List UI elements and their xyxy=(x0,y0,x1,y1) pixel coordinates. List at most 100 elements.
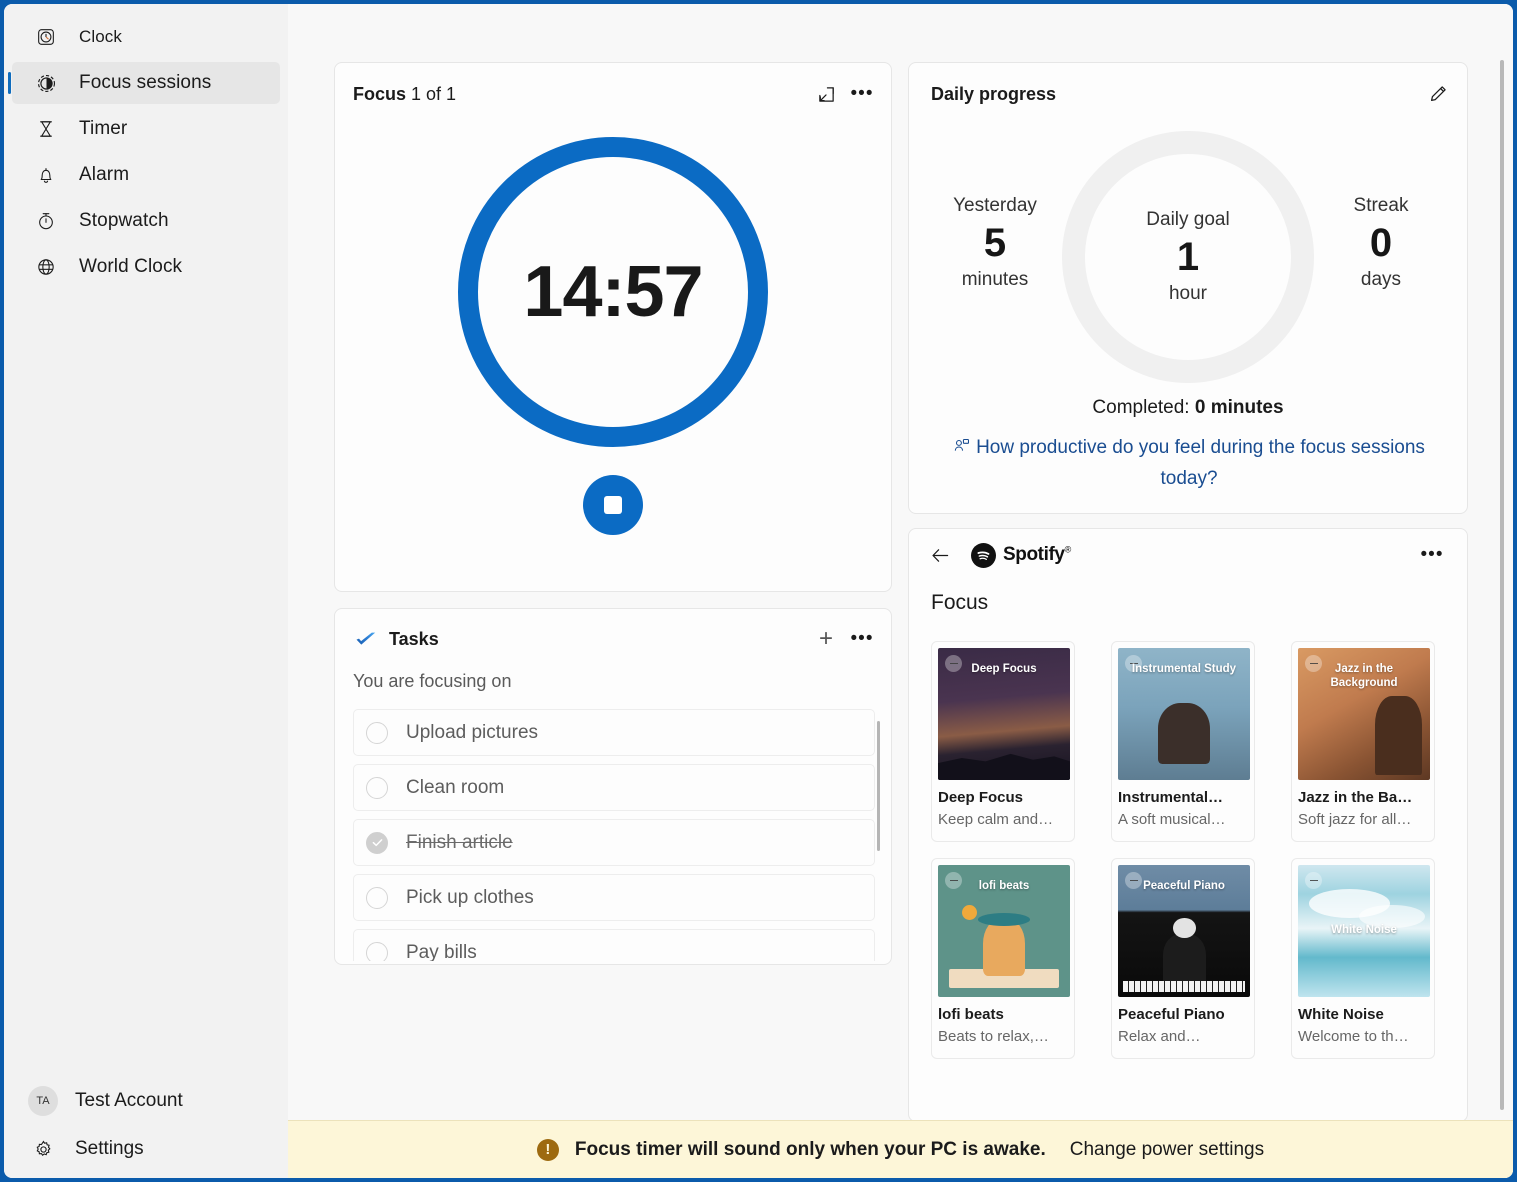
sidebar-item-settings[interactable]: Settings xyxy=(12,1126,280,1172)
list-item[interactable]: Clean room xyxy=(353,764,875,811)
task-label: Pick up clothes xyxy=(406,886,534,908)
stop-button[interactable] xyxy=(583,475,643,535)
task-checkbox[interactable] xyxy=(366,721,388,744)
playlist-description: Soft jazz for all… xyxy=(1298,811,1412,828)
task-label: Finish article xyxy=(406,831,513,853)
window-inner: Clock Focus sessions Timer Alarm Stopwat… xyxy=(4,4,1513,1178)
survey-link[interactable]: How productive do you feel during the fo… xyxy=(929,433,1449,493)
change-power-settings-link[interactable]: Change power settings xyxy=(1070,1139,1264,1161)
explicit-badge-icon xyxy=(1305,872,1322,889)
sidebar-item-account[interactable]: TA Test Account xyxy=(12,1078,280,1124)
playlist-name: White Noise xyxy=(1298,1006,1384,1023)
globe-icon xyxy=(34,255,58,279)
stat-value: 5 xyxy=(983,221,1007,265)
playlist-card-deep-focus[interactable]: Deep Focus Deep Focus Keep calm and… xyxy=(931,641,1075,842)
artwork-title: lofi beats xyxy=(978,880,1030,892)
stat-unit: minutes xyxy=(961,269,1029,290)
daily-progress-card: Daily progress Yesterday 5 minutes Daily… xyxy=(908,62,1468,514)
playlist-card-lofi-beats[interactable]: lofi beats lofi beats Beats to relax,… xyxy=(931,858,1075,1059)
playlist-name: lofi beats xyxy=(938,1006,1004,1023)
playlist-name: Deep Focus xyxy=(938,789,1024,806)
sidebar-item-label: Timer xyxy=(79,118,128,139)
playlist-artwork: Jazz in the Background xyxy=(1298,648,1430,780)
sidebar-item-focus-sessions[interactable]: Focus sessions xyxy=(8,62,280,104)
stat-value: 1 xyxy=(1176,235,1200,279)
playlist-artwork: lofi beats xyxy=(938,865,1070,997)
notification-bar: ! Focus timer will sound only when your … xyxy=(288,1120,1513,1178)
bell-icon xyxy=(34,163,58,187)
task-list: Upload pictures Clean room Finish articl… xyxy=(353,709,875,961)
more-options-icon[interactable]: ••• xyxy=(845,78,879,110)
list-item[interactable]: Pay bills xyxy=(353,929,875,961)
artwork-title: Deep Focus xyxy=(971,663,1037,675)
sidebar-item-clock[interactable]: Clock xyxy=(12,16,280,58)
artwork-title: Peaceful Piano xyxy=(1143,880,1225,892)
playlist-name: Jazz in the Ba… xyxy=(1298,789,1413,806)
task-checkbox[interactable] xyxy=(366,886,388,909)
piano-keys-shape xyxy=(1123,981,1245,992)
playlist-card-peaceful-piano[interactable]: Peaceful Piano Peaceful Piano Relax and… xyxy=(1111,858,1255,1059)
focus-timer-ring: 14:57 xyxy=(458,137,768,447)
spotify-brand-text: Spotify xyxy=(1003,544,1065,565)
sidebar-item-stopwatch[interactable]: Stopwatch xyxy=(12,200,280,242)
more-options-icon[interactable]: ••• xyxy=(1415,539,1449,571)
playlist-card-white-noise[interactable]: White Noise White Noise Welcome to th… xyxy=(1291,858,1435,1059)
task-checkbox[interactable] xyxy=(366,776,388,799)
stopwatch-icon xyxy=(34,209,58,233)
playlist-card-jazz-in-the-background[interactable]: Jazz in the Background Jazz in the Ba… S… xyxy=(1291,641,1435,842)
sidebar-item-alarm[interactable]: Alarm xyxy=(12,154,280,196)
stat-unit: days xyxy=(1360,269,1402,290)
warning-icon: ! xyxy=(536,1138,559,1161)
playlist-description: Welcome to th… xyxy=(1298,1028,1409,1045)
spotify-logo: Spotify® xyxy=(971,542,1071,568)
artwork-title: Jazz in the Background xyxy=(1330,663,1398,689)
list-item[interactable]: Finish article xyxy=(353,819,875,866)
focus-timer-value: 14:57 xyxy=(523,252,703,332)
figure-shape xyxy=(982,917,1026,976)
tasks-subtitle: You are focusing on xyxy=(353,671,512,691)
stop-icon xyxy=(604,496,622,514)
task-label: Pay bills xyxy=(406,941,477,962)
add-task-button[interactable]: + xyxy=(809,623,843,655)
playlist-card-instrumental-study[interactable]: Instrumental Study Instrumental… A soft … xyxy=(1111,641,1255,842)
spotify-card: Spotify® ••• Focus Deep Focus Deep Focus… xyxy=(908,528,1468,1122)
more-options-icon[interactable]: ••• xyxy=(845,623,879,655)
page-scrollbar[interactable] xyxy=(1500,60,1504,1110)
clock-icon xyxy=(34,25,58,49)
stat-value: 0 xyxy=(1369,221,1393,265)
sidebar-item-world-clock[interactable]: World Clock xyxy=(12,246,280,288)
playlist-grid: Deep Focus Deep Focus Keep calm and… Ins… xyxy=(931,641,1451,1059)
sidebar-item-timer[interactable]: Timer xyxy=(12,108,280,150)
focus-sessions-icon xyxy=(34,71,58,95)
playlist-description: Keep calm and… xyxy=(938,811,1054,828)
notification-text: Focus timer will sound only when your PC… xyxy=(574,1138,1046,1160)
spotify-wordmark: Spotify® xyxy=(1003,544,1071,566)
list-item[interactable]: Upload pictures xyxy=(353,709,875,756)
focus-timer-card: Focus 1 of 1 ••• 14:57 xyxy=(334,62,892,592)
pencil-icon[interactable] xyxy=(1421,78,1455,110)
task-checkbox-checked[interactable] xyxy=(366,831,388,854)
playlist-artwork: White Noise xyxy=(1298,865,1430,997)
playlist-artwork: Deep Focus xyxy=(938,648,1070,780)
task-checkbox[interactable] xyxy=(366,941,388,961)
task-label: Upload pictures xyxy=(406,721,539,743)
task-list-scrollbar[interactable] xyxy=(877,721,880,851)
pop-out-icon[interactable] xyxy=(809,78,843,110)
hat-shape xyxy=(977,912,1031,926)
account-label: Test Account xyxy=(75,1090,183,1111)
sidebar-item-label: Stopwatch xyxy=(79,210,169,231)
back-arrow-icon[interactable] xyxy=(927,542,953,568)
tasks-card: Tasks + ••• You are focusing on Upload p… xyxy=(334,608,892,965)
artwork-title: White Noise xyxy=(1331,924,1397,937)
sidebar-footer: TA Test Account Settings xyxy=(4,1076,288,1174)
spotify-icon xyxy=(971,542,996,568)
completed-prefix: Completed: xyxy=(1092,397,1195,418)
spotify-card-header: Spotify® ••• xyxy=(909,529,1467,581)
list-item[interactable]: Pick up clothes xyxy=(353,874,875,921)
focus-title-count: 1 of 1 xyxy=(406,83,457,104)
sidebar-item-label: Clock xyxy=(79,27,123,46)
microsoft-todo-icon xyxy=(353,626,379,652)
sidebar-nav: Clock Focus sessions Timer Alarm Stopwat… xyxy=(4,12,288,292)
progress-card-title: Daily progress xyxy=(931,83,1057,104)
feedback-icon xyxy=(953,435,971,464)
